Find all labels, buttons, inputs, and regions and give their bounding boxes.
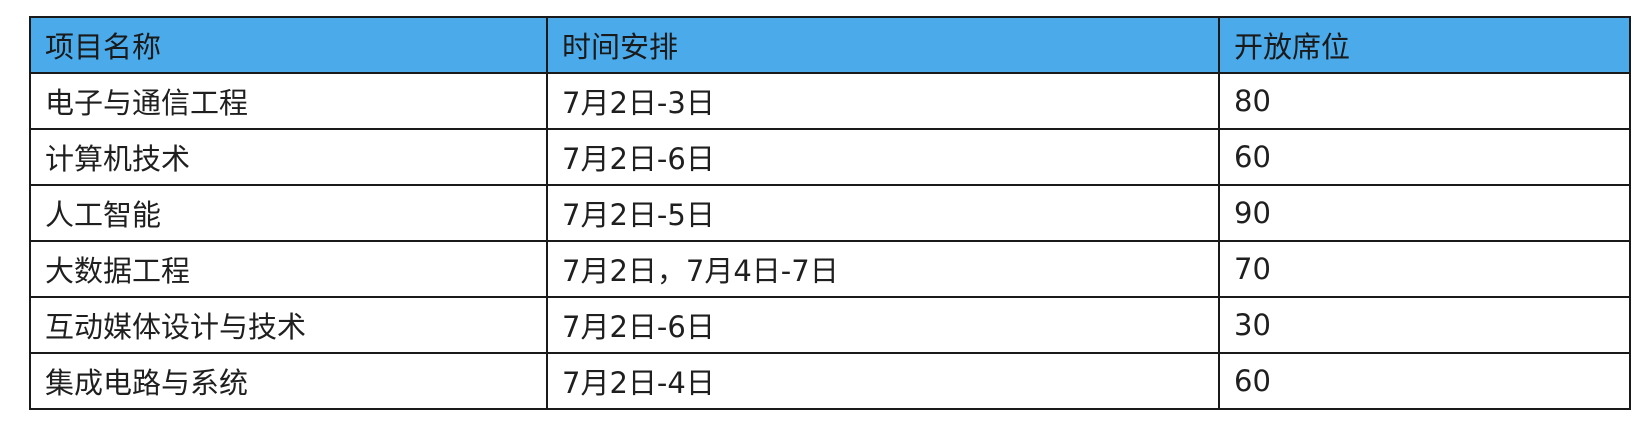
table-header: 项目名称 时间安排 开放席位 <box>29 16 1631 74</box>
program-schedule-table: 项目名称 时间安排 开放席位 电子与通信工程 7月2日-3日 80 计算机技术 … <box>29 16 1631 410</box>
column-header-program-name: 项目名称 <box>29 16 548 74</box>
schedule-cell: 7月2日-3日 <box>546 72 1220 130</box>
table-body: 电子与通信工程 7月2日-3日 80 计算机技术 7月2日-6日 60 人工智能… <box>29 72 1631 410</box>
program-name-cell: 人工智能 <box>29 184 548 242</box>
header-row: 项目名称 时间安排 开放席位 <box>29 16 1631 74</box>
table-row: 大数据工程 7月2日，7月4日-7日 70 <box>29 240 1631 298</box>
table-row: 计算机技术 7月2日-6日 60 <box>29 128 1631 186</box>
program-name-cell: 大数据工程 <box>29 240 548 298</box>
open-seats-cell: 30 <box>1218 296 1631 354</box>
open-seats-cell: 80 <box>1218 72 1631 130</box>
open-seats-cell: 70 <box>1218 240 1631 298</box>
program-name-cell: 电子与通信工程 <box>29 72 548 130</box>
table-row: 互动媒体设计与技术 7月2日-6日 30 <box>29 296 1631 354</box>
open-seats-cell: 90 <box>1218 184 1631 242</box>
column-header-open-seats: 开放席位 <box>1218 16 1631 74</box>
table-row: 电子与通信工程 7月2日-3日 80 <box>29 72 1631 130</box>
program-name-cell: 计算机技术 <box>29 128 548 186</box>
program-name-cell: 互动媒体设计与技术 <box>29 296 548 354</box>
schedule-cell: 7月2日，7月4日-7日 <box>546 240 1220 298</box>
schedule-cell: 7月2日-4日 <box>546 352 1220 410</box>
program-name-cell: 集成电路与系统 <box>29 352 548 410</box>
table-row: 集成电路与系统 7月2日-4日 60 <box>29 352 1631 410</box>
schedule-cell: 7月2日-6日 <box>546 128 1220 186</box>
open-seats-cell: 60 <box>1218 352 1631 410</box>
column-header-schedule: 时间安排 <box>546 16 1220 74</box>
table-row: 人工智能 7月2日-5日 90 <box>29 184 1631 242</box>
schedule-cell: 7月2日-6日 <box>546 296 1220 354</box>
schedule-cell: 7月2日-5日 <box>546 184 1220 242</box>
open-seats-cell: 60 <box>1218 128 1631 186</box>
